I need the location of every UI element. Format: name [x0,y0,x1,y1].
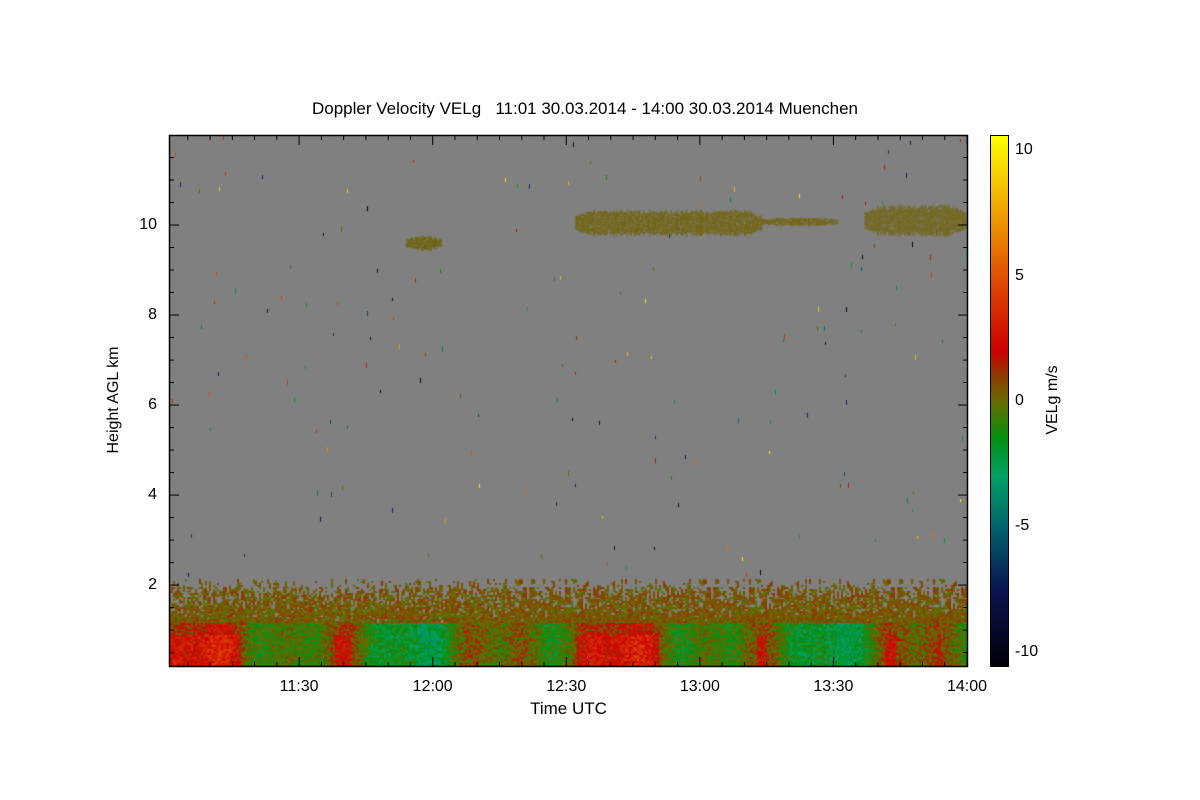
colorbar [990,135,1009,667]
x-axis-label: Time UTC [530,699,607,718]
y-tick-label: 8 [148,306,157,324]
colorbar-label: VELg m/s [1044,365,1061,435]
x-tick-label: 12:30 [546,678,587,695]
colorbar-tick-label: 10 [1015,141,1033,159]
y-tick-label: 6 [148,396,157,414]
colorbar-tick-label: 5 [1015,266,1024,284]
x-tick-label: 14:00 [946,678,988,695]
y-tick-label: 4 [148,486,157,504]
y-tick-label: 10 [139,216,157,234]
colorbar-tick-label: -5 [1015,517,1030,535]
x-tick-label: 13:30 [813,678,854,695]
plot-frame [168,134,969,668]
colorbar-tick-label: -10 [1015,642,1039,660]
x-tick-label: 13:00 [679,678,720,695]
x-tick-label: 11:30 [279,678,319,695]
y-axis-label: Height AGL km [105,346,122,454]
chart-title: Doppler Velocity VELg 11:01 30.03.2014 -… [312,99,858,118]
x-tick-label: 12:00 [412,678,453,695]
colorbar-tick-label: 0 [1015,392,1024,409]
y-tick-label: 2 [148,576,157,594]
plot-axes [168,134,969,668]
plot-area [168,134,969,668]
